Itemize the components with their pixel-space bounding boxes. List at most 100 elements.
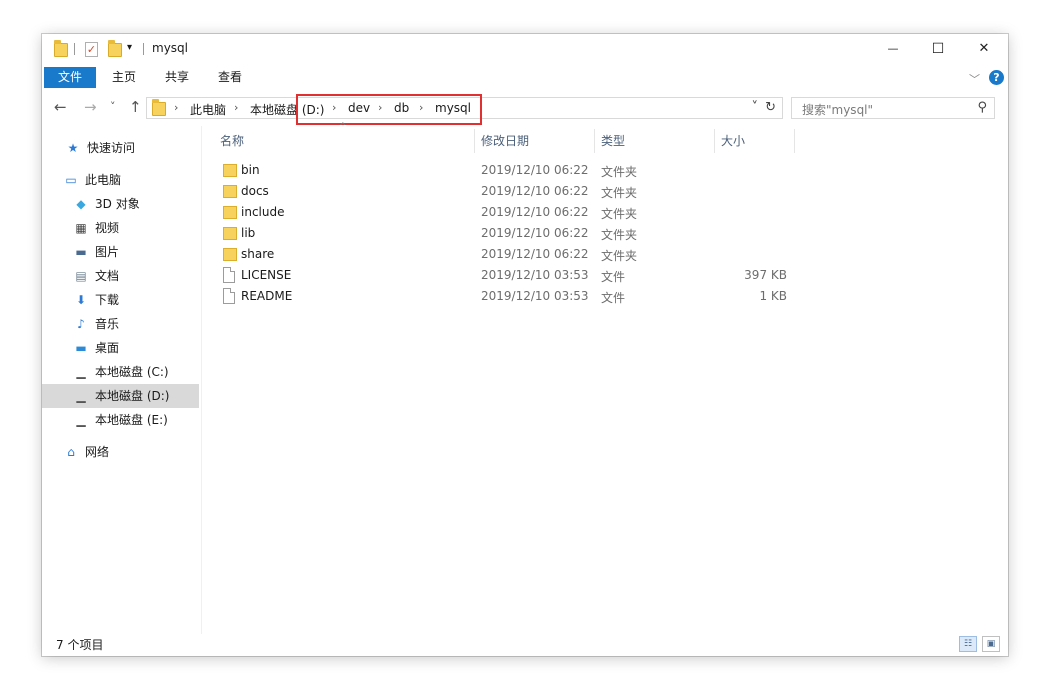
item-count: 7 个项目 <box>56 638 104 652</box>
network-icon: ⌂ <box>67 445 75 459</box>
sidebar-item-star[interactable]: ★ 快速访问 <box>42 136 199 160</box>
sidebar-item-drive-d[interactable]: ▁ 本地磁盘 (D:) <box>42 384 199 408</box>
film-icon: ▦ <box>75 221 87 235</box>
sidebar-item-network[interactable]: ⌂ 网络 <box>42 440 199 464</box>
minimize-button[interactable]: — <box>870 34 916 64</box>
file-modified: 2019/12/10 03:53 <box>481 268 589 282</box>
table-row[interactable]: share 2019/12/10 06:22 文件夹 <box>217 244 817 265</box>
sidebar-item-music-note[interactable]: ♪ 音乐 <box>42 312 199 336</box>
search-icon[interactable]: ⚲ <box>977 100 987 115</box>
file-explorer-window: ✓ ▾ mysql — ☐ ✕ 文件 主页 共享 查看 ﹀ ? ← → ˅ ↑ … <box>42 34 1008 656</box>
sidebar-item-document[interactable]: ▤ 文档 <box>42 264 199 288</box>
folder-icon <box>223 206 237 219</box>
column-header-size[interactable]: 大小 <box>721 129 745 153</box>
help-icon[interactable]: ? <box>989 70 1004 85</box>
computer-icon: ▭ <box>65 173 77 187</box>
large-icons-view-icon[interactable]: ▣ <box>982 636 1000 652</box>
file-modified: 2019/12/10 06:22 <box>481 184 589 198</box>
sidebar-item-label: 快速访问 <box>87 141 136 155</box>
table-row[interactable]: lib 2019/12/10 06:22 文件夹 <box>217 223 817 244</box>
navigation-bar: ← → ˅ ↑ › 此电脑 › 本地磁盘 (D:) › dev › db › m… <box>42 92 1008 126</box>
forward-arrow-icon[interactable]: → <box>84 98 97 116</box>
file-icon <box>223 288 235 304</box>
sidebar-item-desktop[interactable]: ▬ 桌面 <box>42 336 199 360</box>
navigation-pane: ★ 快速访问 ▭ 此电脑 ◆ 3D 对象 ▦ 视频 ▬ 图片 ▤ 文档 ⬇ 下载 ♪ 音乐 ▬ 桌面 ▁ 本地磁盘 (… <box>42 126 202 634</box>
chevron-right-icon[interactable]: › <box>174 101 178 114</box>
back-arrow-icon[interactable]: ← <box>54 98 67 116</box>
status-bar: 7 个项目 ☷ ▣ <box>42 632 1008 656</box>
title-bar: ✓ ▾ mysql — ☐ ✕ <box>42 34 1008 64</box>
new-folder-icon[interactable] <box>108 40 122 57</box>
file-name: include <box>241 205 285 219</box>
file-name: LICENSE <box>241 268 292 282</box>
address-folder-icon <box>152 99 166 116</box>
column-header-name[interactable]: 名称 <box>220 129 244 153</box>
sidebar-item-label: 此电脑 <box>85 173 122 187</box>
window-title: mysql <box>152 41 188 55</box>
ribbon-tabs: 文件 主页 共享 查看 ﹀ ? <box>42 64 1008 90</box>
file-name: docs <box>241 184 269 198</box>
sidebar-item-label: 网络 <box>85 445 110 459</box>
table-row[interactable]: README 2019/12/10 03:53 文件 1 KB <box>217 286 817 307</box>
file-size: 1 KB <box>759 289 787 303</box>
address-history-chevron-icon[interactable]: ˅ <box>752 100 759 115</box>
recent-locations-chevron-icon[interactable]: ˅ <box>110 100 116 113</box>
file-modified: 2019/12/10 06:22 <box>481 163 589 177</box>
table-row[interactable]: LICENSE 2019/12/10 03:53 文件 397 KB <box>217 265 817 286</box>
sidebar-item-cube[interactable]: ◆ 3D 对象 <box>42 192 199 216</box>
search-input[interactable]: 搜索"mysql" <box>802 101 873 118</box>
sidebar-item-label: 视频 <box>95 221 120 235</box>
document-icon: ▤ <box>75 269 87 283</box>
folder-icon <box>223 185 237 198</box>
sidebar-item-label: 桌面 <box>95 341 120 355</box>
sidebar-item-download-arrow[interactable]: ⬇ 下载 <box>42 288 199 312</box>
sidebar-item-drive-c[interactable]: ▁ 本地磁盘 (C:) <box>42 360 199 384</box>
file-icon <box>223 267 235 283</box>
file-name: README <box>241 289 293 303</box>
file-modified: 2019/12/10 06:22 <box>481 205 589 219</box>
file-type: 文件 <box>601 291 626 305</box>
quick-access-dropdown-icon[interactable]: ▾ <box>127 42 132 53</box>
sidebar-item-computer[interactable]: ▭ 此电脑 <box>42 168 199 192</box>
file-type: 文件夹 <box>601 228 638 242</box>
sidebar-item-picture[interactable]: ▬ 图片 <box>42 240 199 264</box>
properties-check-icon[interactable]: ✓ <box>85 42 98 57</box>
file-size: 397 KB <box>744 268 787 282</box>
file-type: 文件夹 <box>601 249 638 263</box>
refresh-icon[interactable]: ↻ <box>765 100 776 115</box>
desktop-icon: ▬ <box>75 341 87 355</box>
breadcrumb-this-pc[interactable]: 此电脑 <box>190 101 226 118</box>
file-type: 文件夹 <box>601 186 638 200</box>
tab-view[interactable]: 查看 <box>206 67 254 88</box>
maximize-button[interactable]: ☐ <box>915 34 961 64</box>
file-modified: 2019/12/10 03:53 <box>481 289 589 303</box>
sidebar-item-drive-e[interactable]: ▁ 本地磁盘 (E:) <box>42 408 199 432</box>
tab-home[interactable]: 主页 <box>100 67 148 88</box>
ribbon-collapse-chevron-icon[interactable]: ﹀ <box>969 71 980 87</box>
table-row[interactable]: bin 2019/12/10 06:22 文件夹 <box>217 160 817 181</box>
cube-icon: ◆ <box>76 197 86 211</box>
close-button[interactable]: ✕ <box>961 34 1007 64</box>
chevron-right-icon[interactable]: › <box>234 101 238 114</box>
sidebar-item-label: 音乐 <box>95 317 120 331</box>
sidebar-item-label: 本地磁盘 (C:) <box>95 365 169 379</box>
file-type: 文件夹 <box>601 165 638 179</box>
details-view-icon[interactable]: ☷ <box>959 636 977 652</box>
column-header-type[interactable]: 类型 <box>601 129 625 153</box>
table-row[interactable]: docs 2019/12/10 06:22 文件夹 <box>217 181 817 202</box>
file-name: lib <box>241 226 256 240</box>
picture-icon: ▬ <box>75 245 87 259</box>
tab-file[interactable]: 文件 <box>44 67 97 88</box>
up-arrow-icon[interactable]: ↑ <box>129 98 142 116</box>
sidebar-item-film[interactable]: ▦ 视频 <box>42 216 199 240</box>
tab-share[interactable]: 共享 <box>153 67 201 88</box>
sidebar-item-label: 本地磁盘 (D:) <box>95 389 170 403</box>
column-header-modified[interactable]: 修改日期 <box>481 129 529 153</box>
sidebar-item-label: 下载 <box>95 293 120 307</box>
drive-d-icon: ▁ <box>76 389 86 403</box>
table-row[interactable]: include 2019/12/10 06:22 文件夹 <box>217 202 817 223</box>
file-type: 文件 <box>601 270 626 284</box>
search-box[interactable]: 搜索"mysql" ⚲ <box>791 97 995 119</box>
star-icon: ★ <box>67 141 79 155</box>
download-arrow-icon: ⬇ <box>75 293 87 307</box>
